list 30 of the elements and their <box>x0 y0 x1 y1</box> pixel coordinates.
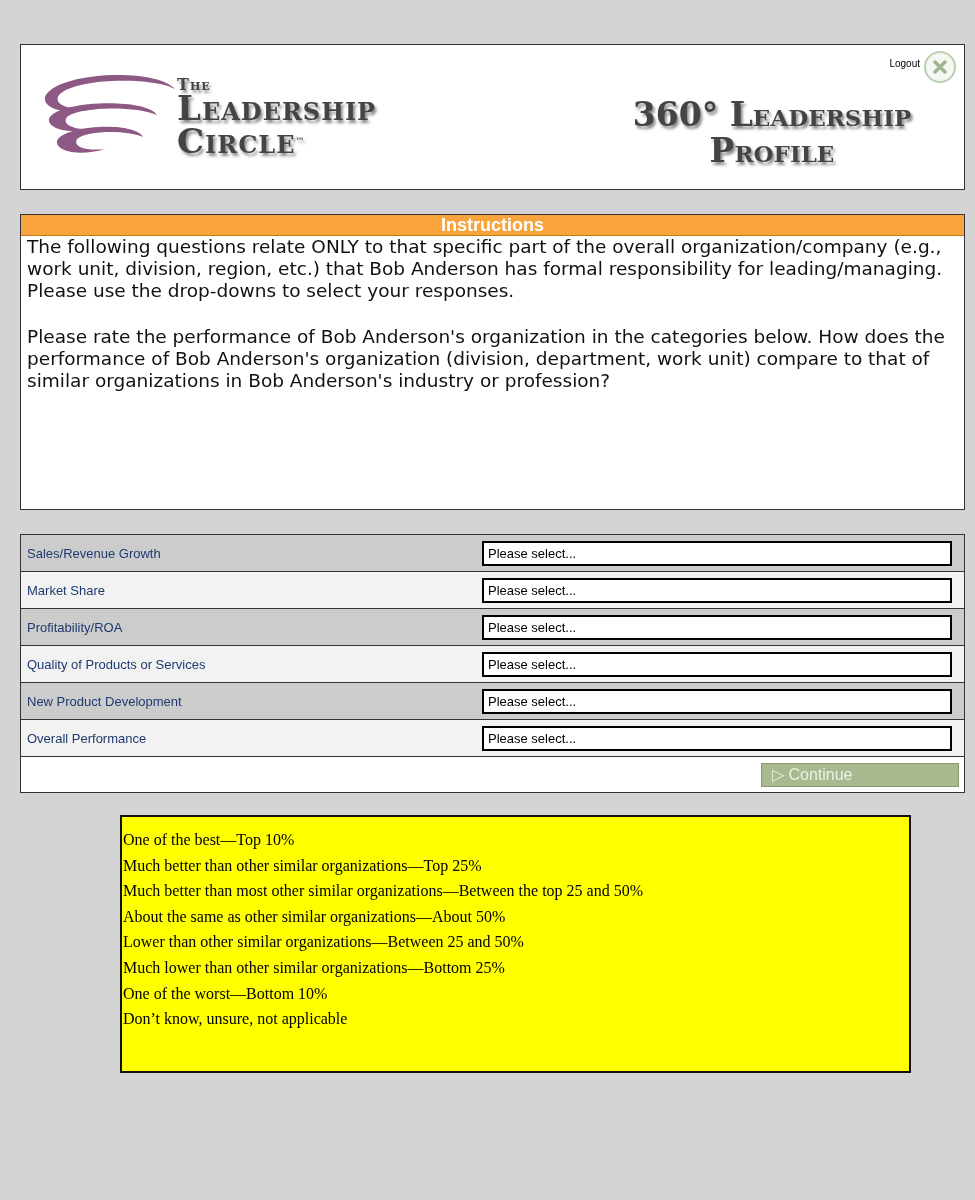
legend-item: Much better than other similar organizations—Top 25% <box>123 855 483 877</box>
legend-item: Don’t know, unsure, not applicable <box>123 1009 349 1030</box>
rating-dropdown[interactable]: Please select... <box>482 651 952 677</box>
rating-dropdown[interactable]: Please select... <box>482 540 952 566</box>
logo-text: Circle™ <box>177 124 307 157</box>
instruction-text: The following questions relate ONLY to that specific part of the overall organization/company (e.g., work unit, division, region, etc.) that Bob Anderson has formal responsibility for leading/managing. Please use the drop-downs to select your responses. <box>26 236 944 302</box>
rating-dropdown[interactable]: Please select... <box>482 577 952 603</box>
legend-item: Much better than most other similar organizations—Between the top 25 and 50% <box>123 881 645 902</box>
close-button[interactable] <box>924 51 956 83</box>
logo-text: Leadership <box>177 92 377 125</box>
question-label: Profitability/ROA <box>26 619 124 635</box>
legend-item: Lower than other similar organizations—Between 25 and 50% <box>123 932 525 953</box>
logout-link[interactable]: Logout <box>889 57 920 69</box>
question-label: Sales/Revenue Growth <box>26 545 162 561</box>
legend-item: About the same as other similar organizations—About 50% <box>123 906 507 928</box>
legend-item: One of the worst—Bottom 10% <box>123 983 329 1004</box>
page-title: 360° Leadership Profile <box>631 97 913 169</box>
rating-dropdown[interactable]: Please select... <box>482 688 952 714</box>
legend-item: One of the best—Top 10% <box>123 830 296 851</box>
legend-item: Much lower than other similar organizations—Bottom 25% <box>123 957 506 979</box>
rating-dropdown[interactable]: Please select... <box>482 614 952 640</box>
question-label: New Product Development <box>26 693 183 709</box>
panel-heading: Instructions <box>21 215 964 236</box>
instruction-text: Please rate the performance of Bob Anderson's organization in the categories below. How does the performance of Bob Anderson's organization (division, department, work unit) compare to that of similar organizations in Bob Anderson's industry or profession? <box>26 326 946 392</box>
logo-text: The <box>177 77 212 93</box>
question-label: Market Share <box>26 582 107 598</box>
question-label: Overall Performance <box>26 730 148 746</box>
close-icon <box>932 59 948 75</box>
rating-dropdown[interactable]: Please select... <box>482 725 952 751</box>
question-label: Quality of Products or Services <box>26 656 207 672</box>
